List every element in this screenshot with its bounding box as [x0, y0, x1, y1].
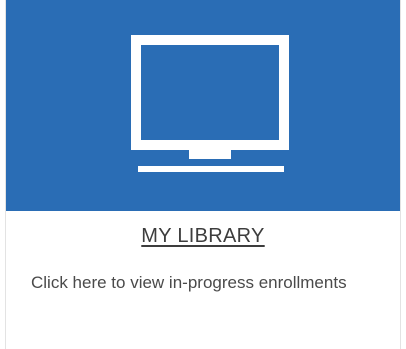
monitor-stand [189, 147, 231, 159]
card-banner[interactable] [6, 0, 400, 211]
monitor-icon [131, 35, 289, 172]
card-title-link[interactable]: MY LIBRARY [6, 225, 400, 248]
monitor-screen [131, 35, 289, 150]
monitor-base [138, 166, 284, 172]
my-library-card[interactable]: MY LIBRARY Click here to view in-progres… [5, 0, 401, 349]
card-description: Click here to view in-progress enrollmen… [31, 273, 347, 292]
